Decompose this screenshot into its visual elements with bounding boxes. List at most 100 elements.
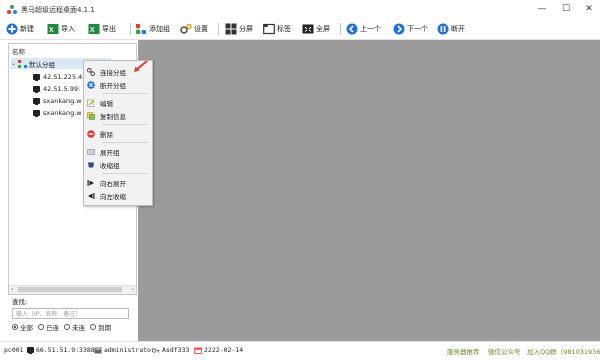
- arrow-right-circle-icon: [393, 23, 405, 35]
- add-group-label: 添加组: [149, 25, 170, 33]
- scroll-left-icon[interactable]: ‹: [11, 286, 13, 294]
- new-button[interactable]: 新建: [6, 22, 34, 36]
- menu-label: 复制信息: [100, 112, 126, 121]
- tree-item-label: 42.51.225.4: [43, 72, 83, 81]
- remote-desktop-area[interactable]: [138, 40, 600, 341]
- status-password: Asdf333: [152, 346, 189, 354]
- svg-text:X: X: [49, 27, 54, 34]
- status-address: 66.51.51.9:3388: [27, 346, 95, 354]
- tree-item-label: 42.51.5.99:: [43, 84, 81, 93]
- tree-item-label: sxankang.w: [43, 96, 82, 105]
- toolbar-divider: [340, 23, 341, 35]
- tree-item[interactable]: 42.51.225.4: [33, 71, 82, 82]
- filter-unconnected-radio[interactable]: 未连: [64, 322, 85, 332]
- wechat-link[interactable]: 微信公众号: [488, 346, 521, 356]
- filter-expired-label: 到期: [98, 324, 111, 332]
- menu-label: 断开分组: [100, 81, 126, 90]
- name-column-header: 名称: [12, 48, 25, 56]
- scrollbar-thumb[interactable]: [18, 287, 122, 292]
- filter-connected-label: 已连: [46, 324, 59, 332]
- filter-connected-radio[interactable]: 已连: [38, 322, 59, 332]
- menu-item-collapse-left[interactable]: 向左收缩: [87, 190, 149, 201]
- copy-icon: [87, 111, 95, 120]
- gear-icon: [180, 23, 192, 34]
- maximize-button[interactable]: ☐: [555, 3, 577, 16]
- scroll-right-icon[interactable]: ›: [132, 286, 134, 294]
- pause-circle-icon: [87, 80, 95, 89]
- key-icon: [152, 347, 160, 353]
- menu-item-delete[interactable]: 删除: [87, 128, 149, 139]
- toolbar-divider: [130, 23, 131, 35]
- filter-expired-radio[interactable]: 到期: [90, 322, 111, 332]
- menu-item-expand-group[interactable]: 展开组: [87, 146, 149, 157]
- filter-radio-group: 全部 已连 未连 到期: [12, 322, 111, 332]
- monitor-icon: [33, 97, 40, 105]
- menu-label: 收缩组: [100, 161, 120, 170]
- status-expire-text: 2222-02-14: [204, 346, 244, 354]
- split-screen-button[interactable]: 分屏: [225, 22, 253, 36]
- menu-item-disconnect-group[interactable]: 断开分组: [87, 79, 149, 90]
- menu-separator: [102, 173, 148, 174]
- disconnect-label: 断开: [451, 25, 465, 33]
- chevron-down-icon[interactable]: ⌄: [11, 60, 16, 67]
- status-user-text: administrator: [104, 346, 155, 354]
- menu-label: 向右展开: [100, 179, 126, 188]
- prev-button[interactable]: 上一个: [346, 22, 381, 36]
- qq-group-link[interactable]: 加入QQ群（981031936）: [527, 346, 600, 356]
- next-button[interactable]: 下一个: [393, 22, 428, 36]
- settings-label: 设置: [194, 25, 208, 33]
- horizontal-scrollbar[interactable]: ‹ ›: [9, 285, 136, 294]
- tree-item[interactable]: 42.51.5.99:: [33, 83, 80, 94]
- user-icon: [94, 347, 102, 353]
- export-button[interactable]: X 导出: [88, 22, 116, 36]
- delete-icon: [87, 129, 95, 138]
- calendar-icon: [194, 347, 202, 354]
- app-logo-icon: [7, 5, 17, 14]
- tree-item[interactable]: sxankang.w: [33, 95, 82, 106]
- add-group-button[interactable]: 添加组: [135, 22, 170, 36]
- title-bar: 黑马超级远程桌面4.1.1 — ☐ ✕: [0, 0, 600, 19]
- close-button[interactable]: ✕: [578, 3, 600, 16]
- export-label: 导出: [102, 25, 116, 33]
- monitor-icon: [33, 85, 40, 93]
- tree-item-label: sxankang.w: [43, 108, 82, 117]
- fullscreen-label: 全屏: [316, 25, 330, 33]
- filter-all-radio[interactable]: 全部: [12, 322, 33, 332]
- filter-all-label: 全部: [20, 324, 33, 332]
- fullscreen-icon: [302, 24, 314, 34]
- toolbar: 新建 X 导入 X 导出 添加组 设置 分屏 标签 全屏 上一个 下一个 断开: [0, 19, 600, 40]
- menu-item-collapse-group[interactable]: 收缩组: [87, 159, 149, 170]
- menu-item-edit[interactable]: 编辑: [87, 97, 149, 108]
- menu-separator: [102, 93, 148, 94]
- excel-export-icon: X: [88, 24, 100, 34]
- menu-label: 编辑: [100, 99, 113, 108]
- collapse-group-icon: [88, 162, 94, 167]
- tabs-label: 标签: [277, 25, 291, 33]
- tree-item[interactable]: sxankang.w: [33, 107, 82, 118]
- next-label: 下一个: [407, 25, 428, 33]
- link-icon: [87, 67, 95, 76]
- import-button[interactable]: X 导入: [47, 22, 75, 36]
- server-recommend-link[interactable]: 服务器推荐: [447, 346, 480, 356]
- menu-item-expand-right[interactable]: 向右展开: [87, 177, 149, 188]
- menu-separator: [102, 124, 148, 125]
- radio-icon: [64, 324, 70, 330]
- filter-unconnected-label: 未连: [72, 324, 85, 332]
- disconnect-button[interactable]: 断开: [437, 22, 465, 36]
- minimize-button[interactable]: —: [531, 3, 553, 16]
- search-input[interactable]: 输入（IP、名称、备注）: [12, 308, 129, 319]
- menu-item-copy-info[interactable]: 复制信息: [87, 110, 149, 121]
- status-password-text: Asdf333: [162, 346, 190, 354]
- monitor-icon: [27, 347, 34, 354]
- split-screen-icon: [225, 23, 237, 35]
- fullscreen-button[interactable]: 全屏: [302, 22, 330, 36]
- pause-circle-icon: [437, 23, 449, 35]
- arrow-left-bar-icon: [88, 192, 95, 199]
- tree-root-label: 默认分组: [29, 60, 56, 69]
- red-annotation-arrow-icon: [134, 60, 148, 72]
- status-address-text: 66.51.51.9:3388: [36, 346, 95, 354]
- settings-button[interactable]: 设置: [180, 22, 208, 36]
- status-bar: pc001 66.51.51.9:3388 administrator Asdf…: [0, 341, 600, 360]
- tabs-button[interactable]: 标签: [263, 22, 291, 36]
- new-label: 新建: [20, 25, 34, 33]
